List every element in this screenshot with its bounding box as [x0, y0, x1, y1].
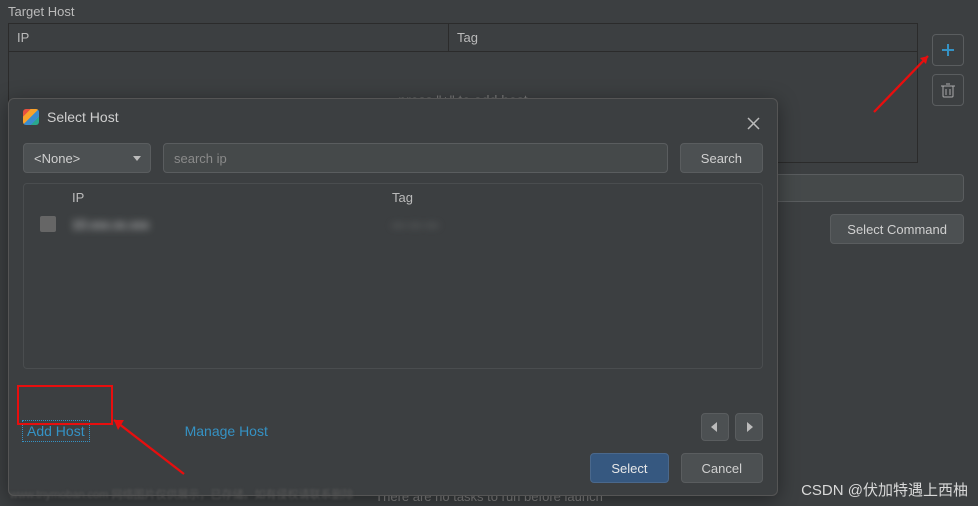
filter-combo-value: <None> [34, 151, 80, 166]
chevron-right-icon [745, 422, 753, 432]
search-ip-input[interactable] [163, 143, 668, 173]
add-host-plus-button[interactable] [932, 34, 964, 66]
host-row-tag: — — — [392, 217, 762, 232]
dlg-col-tag: Tag [392, 190, 762, 205]
dlg-col-ip: IP [72, 190, 392, 205]
trash-icon [941, 82, 955, 98]
select-command-button[interactable]: Select Command [830, 214, 964, 244]
bg-col-tag: Tag [449, 24, 917, 51]
host-row-ip: 10.xxx.xx.xxx [72, 217, 392, 232]
select-host-dialog: Select Host <None> Search IP Tag 10.xxx.… [8, 98, 778, 496]
manage-host-link[interactable]: Manage Host [185, 423, 268, 439]
dialog-title: Select Host [47, 109, 119, 125]
annotation-frame [17, 385, 113, 425]
page-prev-button[interactable] [701, 413, 729, 441]
close-icon [747, 117, 760, 130]
dialog-close-button[interactable] [741, 111, 765, 135]
host-list-table[interactable]: IP Tag 10.xxx.xx.xxx — — — [23, 183, 763, 369]
page-next-button[interactable] [735, 413, 763, 441]
section-label: Target Host [0, 0, 978, 23]
chevron-left-icon [711, 422, 719, 432]
chevron-down-icon [132, 153, 142, 163]
host-row-icon [40, 216, 56, 232]
filter-combo[interactable]: <None> [23, 143, 151, 173]
plus-icon [940, 42, 956, 58]
add-host-link[interactable]: Add Host [23, 421, 89, 441]
cancel-button[interactable]: Cancel [681, 453, 763, 483]
bg-col-ip: IP [9, 24, 449, 51]
remove-host-button[interactable] [932, 74, 964, 106]
table-row[interactable]: 10.xxx.xx.xxx — — — [24, 211, 762, 237]
select-button[interactable]: Select [590, 453, 668, 483]
app-icon [23, 109, 39, 125]
search-button[interactable]: Search [680, 143, 763, 173]
